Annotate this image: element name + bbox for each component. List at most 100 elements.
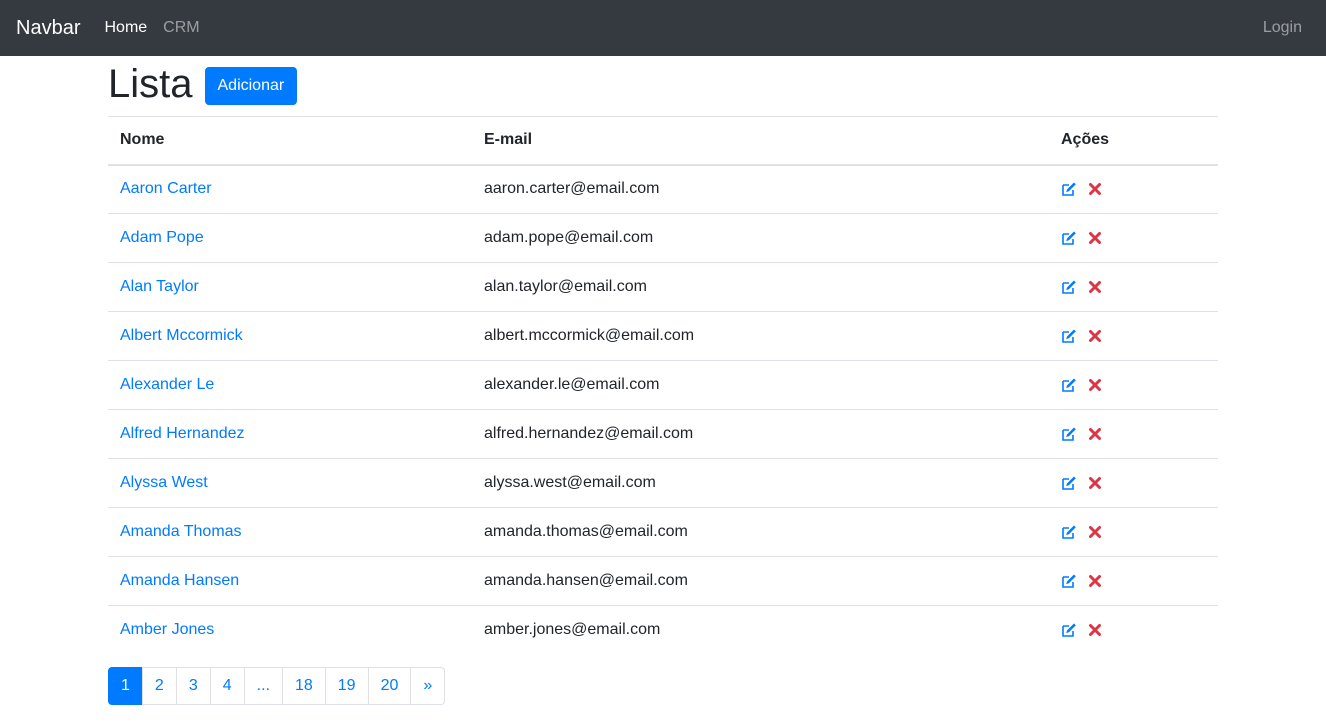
- cell-actions: [1049, 262, 1218, 312]
- table-row: Amanda Thomas amanda.thomas@email.com: [108, 507, 1218, 557]
- cell-name: Alan Taylor: [108, 262, 472, 312]
- contact-name-link[interactable]: Adam Pope: [120, 229, 204, 246]
- contact-name-link[interactable]: Alfred Hernandez: [120, 425, 245, 442]
- cell-actions: [1049, 213, 1218, 263]
- column-header-name: Nome: [108, 116, 472, 166]
- page-link-3[interactable]: 3: [175, 666, 211, 705]
- nav-link-home[interactable]: Home: [104, 19, 147, 37]
- cell-email: alfred.hernandez@email.com: [472, 409, 1049, 459]
- cell-actions: [1049, 409, 1218, 459]
- cell-name: Amanda Hansen: [108, 556, 472, 606]
- column-header-email: E-mail: [472, 116, 1049, 166]
- page-link-2[interactable]: 2: [141, 666, 177, 705]
- contacts-table: Nome E-mail Ações Aaron Carter aaron.car…: [108, 116, 1218, 655]
- contact-email: alyssa.west@email.com: [484, 474, 656, 491]
- contact-email: amber.jones@email.com: [484, 621, 661, 639]
- edit-icon[interactable]: [1061, 230, 1077, 246]
- contact-email: aaron.carter@email.com: [484, 180, 660, 198]
- cell-actions: [1049, 458, 1218, 508]
- table-row: Aaron Carter aaron.carter@email.com: [108, 165, 1218, 214]
- table-row: Alfred Hernandez alfred.hernandez@email.…: [108, 409, 1218, 459]
- cell-actions: [1049, 605, 1218, 655]
- edit-icon[interactable]: [1061, 573, 1077, 589]
- login-link[interactable]: Login: [1263, 19, 1302, 37]
- edit-icon[interactable]: [1061, 328, 1077, 344]
- contact-name-link[interactable]: Alan Taylor: [120, 278, 199, 295]
- cell-actions: [1049, 311, 1218, 361]
- contact-email: alan.taylor@email.com: [484, 278, 647, 295]
- cell-name: Aaron Carter: [108, 165, 472, 214]
- cell-email: amanda.thomas@email.com: [472, 507, 1049, 557]
- page-link-1[interactable]: 1: [108, 666, 143, 705]
- delete-icon[interactable]: [1087, 426, 1103, 442]
- cell-actions: [1049, 165, 1218, 214]
- contact-name-link[interactable]: Alexander Le: [120, 376, 214, 393]
- table-header-row: Nome E-mail Ações: [108, 116, 1218, 166]
- cell-name: Albert Mccormick: [108, 311, 472, 361]
- cell-name: Adam Pope: [108, 213, 472, 263]
- table-row: Alexander Le alexander.le@email.com: [108, 360, 1218, 410]
- delete-icon[interactable]: [1087, 328, 1103, 344]
- edit-icon[interactable]: [1061, 475, 1077, 491]
- contact-name-link[interactable]: Amber Jones: [120, 621, 214, 638]
- page-link-20[interactable]: 20: [367, 666, 412, 705]
- delete-icon[interactable]: [1087, 230, 1103, 246]
- page-title: Lista: [108, 62, 193, 106]
- contact-email: adam.pope@email.com: [484, 229, 654, 246]
- page-header: Lista Adicionar: [108, 56, 1218, 116]
- table-row: Adam Pope adam.pope@email.com: [108, 213, 1218, 263]
- nav-link-crm[interactable]: CRM: [163, 19, 199, 37]
- edit-icon[interactable]: [1061, 524, 1077, 540]
- cell-email: alyssa.west@email.com: [472, 458, 1049, 508]
- cell-email: amanda.hansen@email.com: [472, 556, 1049, 606]
- cell-name: Amber Jones: [108, 605, 472, 655]
- navbar-brand[interactable]: Navbar: [16, 18, 80, 38]
- edit-icon[interactable]: [1061, 279, 1077, 295]
- contact-name-link[interactable]: Amanda Hansen: [120, 572, 239, 589]
- table-row: Alyssa West alyssa.west@email.com: [108, 458, 1218, 508]
- cell-actions: [1049, 507, 1218, 557]
- cell-email: aaron.carter@email.com: [472, 165, 1049, 214]
- edit-icon[interactable]: [1061, 426, 1077, 442]
- cell-actions: [1049, 556, 1218, 606]
- pagination: 1 2 3 4... 18 19 20»: [108, 666, 1218, 705]
- edit-icon[interactable]: [1061, 377, 1077, 393]
- edit-icon[interactable]: [1061, 622, 1077, 638]
- cell-name: Alexander Le: [108, 360, 472, 410]
- page-link-4[interactable]: 4: [209, 666, 245, 705]
- cell-name: Alyssa West: [108, 458, 472, 508]
- page-ellipsis: ...: [243, 666, 283, 705]
- contact-name-link[interactable]: Alyssa West: [120, 474, 208, 491]
- delete-icon[interactable]: [1087, 279, 1103, 295]
- table-row: Alan Taylor alan.taylor@email.com: [108, 262, 1218, 312]
- add-button[interactable]: Adicionar: [204, 67, 298, 105]
- page-link-19[interactable]: 19: [324, 666, 369, 705]
- table-row: Amber Jones amber.jones@email.com: [108, 605, 1218, 655]
- contact-name-link[interactable]: Albert Mccormick: [120, 327, 243, 344]
- edit-icon[interactable]: [1061, 181, 1077, 197]
- contact-name-link[interactable]: Aaron Carter: [120, 180, 212, 197]
- next-page-button[interactable]: »: [410, 666, 446, 705]
- main-container: Lista Adicionar Nome E-mail Ações Aaron …: [108, 56, 1218, 721]
- table-row: Amanda Hansen amanda.hansen@email.com: [108, 556, 1218, 606]
- cell-name: Amanda Thomas: [108, 507, 472, 557]
- cell-email: albert.mccormick@email.com: [472, 311, 1049, 361]
- contact-name-link[interactable]: Amanda Thomas: [120, 523, 242, 540]
- delete-icon[interactable]: [1087, 622, 1103, 638]
- delete-icon[interactable]: [1087, 573, 1103, 589]
- page-link-18[interactable]: 18: [281, 666, 326, 705]
- delete-icon[interactable]: [1087, 377, 1103, 393]
- contact-email: amanda.hansen@email.com: [484, 572, 688, 589]
- contact-email: amanda.thomas@email.com: [484, 523, 688, 540]
- delete-icon[interactable]: [1087, 181, 1103, 197]
- table-row: Albert Mccormick albert.mccormick@email.…: [108, 311, 1218, 361]
- delete-icon[interactable]: [1087, 475, 1103, 491]
- contact-email: alexander.le@email.com: [484, 376, 660, 393]
- cell-email: alan.taylor@email.com: [472, 262, 1049, 312]
- contact-email: alfred.hernandez@email.com: [484, 425, 694, 442]
- cell-email: adam.pope@email.com: [472, 213, 1049, 263]
- table-header: Nome E-mail Ações: [108, 116, 1218, 166]
- table-body: Aaron Carter aaron.carter@email.com Adam…: [108, 165, 1218, 655]
- delete-icon[interactable]: [1087, 524, 1103, 540]
- column-header-actions: Ações: [1049, 116, 1218, 166]
